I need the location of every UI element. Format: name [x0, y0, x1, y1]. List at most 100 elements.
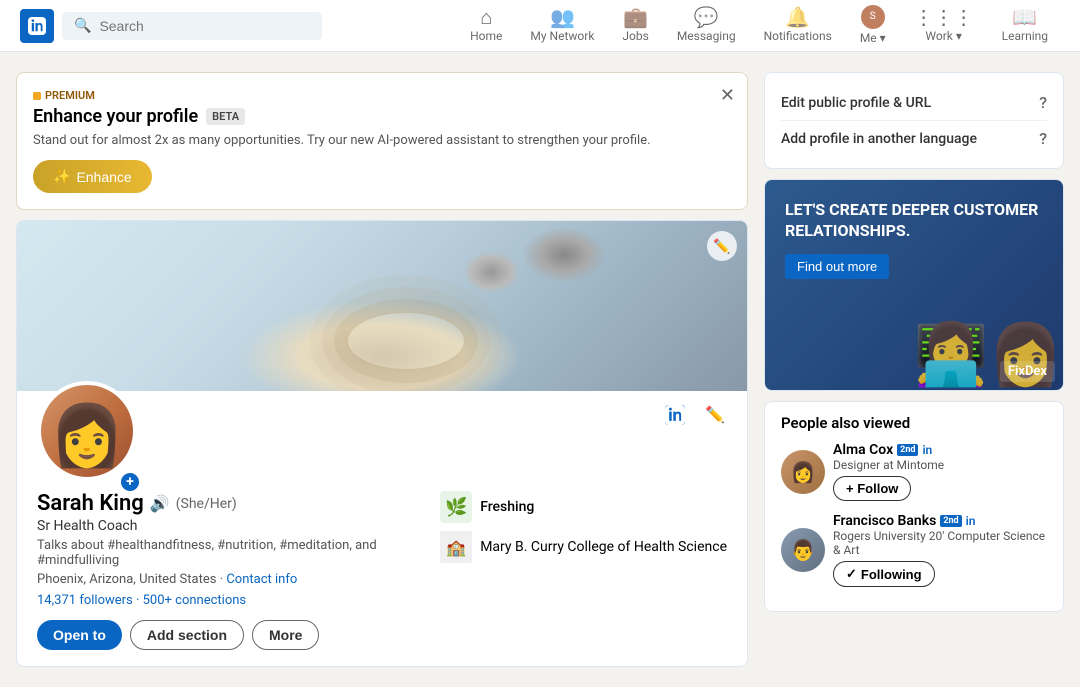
connections-count[interactable]: 500+ connections [143, 593, 247, 608]
profile-name: Sarah King 🔊 (She/Her) [37, 491, 420, 516]
premium-title-text: Enhance your profile [33, 106, 198, 127]
pronouns: (She/Her) [176, 496, 237, 512]
ad-logo: FixDex [1000, 361, 1055, 382]
search-input[interactable] [99, 18, 310, 34]
nav-home[interactable]: ⌂ Home [458, 3, 514, 49]
home-icon: ⌂ [480, 7, 492, 27]
contact-info-link[interactable]: Contact info [226, 572, 297, 587]
jobs-icon: 💼 [623, 7, 648, 27]
premium-banner: PREMIUM Enhance your profile BETA Stand … [16, 72, 748, 210]
profile-cover: ✏️ [17, 221, 747, 391]
main-column: PREMIUM Enhance your profile BETA Stand … [16, 72, 748, 667]
add-language-text: Add profile in another language [781, 131, 977, 147]
premium-dot [33, 92, 41, 100]
add-section-button[interactable]: Add section [130, 620, 244, 650]
help-icon-2[interactable]: ? [1039, 129, 1047, 148]
nav-jobs[interactable]: 💼 Jobs [610, 3, 660, 49]
enhance-button[interactable]: ✨ Enhance [33, 160, 152, 193]
linkedin-share-button[interactable] [659, 399, 691, 431]
premium-text: PREMIUM [45, 89, 95, 102]
premium-label: PREMIUM [33, 89, 731, 102]
person-2-desc: Rogers University 20' Computer Science &… [833, 529, 1047, 557]
open-to-button[interactable]: Open to [37, 620, 122, 650]
profile-location: Phoenix, Arizona, United States · Contac… [37, 572, 420, 587]
person-1-name[interactable]: Alma Cox 2nd in [833, 442, 1047, 458]
following-icon-2: ✓ [846, 566, 857, 582]
premium-description: Stand out for almost 2x as many opportun… [33, 133, 731, 148]
add-language-link[interactable]: Add profile in another language ? [781, 121, 1047, 156]
following-label-2: Following [861, 567, 922, 582]
profile-stats: 14,371 followers · 500+ connections [37, 593, 420, 608]
profile-right: 🌿 Freshing 🏫 Mary B. Curry College of He… [440, 491, 727, 650]
edit-cover-button[interactable]: ✏️ [707, 231, 737, 261]
person-1-desc: Designer at Mintome [833, 458, 1047, 472]
profile-buttons: Open to Add section More [37, 620, 420, 650]
profile-card: ✏️ ✏️ 👩 + Sarah King [16, 220, 748, 667]
main-layout: PREMIUM Enhance your profile BETA Stand … [0, 52, 1080, 687]
learning-icon: 📖 [1012, 7, 1037, 27]
more-button[interactable]: More [252, 620, 319, 650]
edit-profile-url-link[interactable]: Edit public profile & URL ? [781, 85, 1047, 121]
nav-jobs-label: Jobs [622, 29, 648, 43]
ad-text: LET'S CREATE DEEPER CUSTOMER RELATIONSHI… [785, 200, 1043, 279]
nav-me[interactable]: S Me ▾ [848, 1, 898, 51]
following-button-2[interactable]: ✓ Following [833, 561, 935, 587]
work-icon: ⋮⋮⋮ [914, 7, 974, 27]
nav-work[interactable]: ⋮⋮⋮ Work ▾ [902, 3, 986, 49]
edit-profile-button[interactable]: ✏️ [699, 399, 731, 431]
school-icon: 🏫 [440, 531, 472, 563]
sidebar: Edit public profile & URL ? Add profile … [764, 72, 1064, 667]
person-2-degree: 2nd [940, 515, 961, 527]
notifications-icon: 🔔 [785, 7, 810, 27]
person-1-avatar: 👩 [781, 450, 825, 494]
nav-learning-label: Learning [1002, 29, 1048, 43]
navbar: 🔍 ⌂ Home 👥 My Network 💼 Jobs 💬 Messaging… [0, 0, 1080, 52]
person-item-1: 👩 Alma Cox 2nd in Designer at Mintome + … [781, 442, 1047, 501]
linkedin-logo[interactable] [20, 9, 54, 43]
nav-messaging-label: Messaging [677, 29, 736, 43]
person-1-degree: 2nd [897, 444, 918, 456]
profile-about: Talks about #healthandfitness, #nutritio… [37, 538, 420, 568]
company-name[interactable]: Freshing [480, 499, 534, 515]
follow-button-1[interactable]: + Follow [833, 476, 911, 501]
profile-left: Sarah King 🔊 (She/Her) Sr Health Coach T… [37, 491, 420, 650]
sidebar-links-card: Edit public profile & URL ? Add profile … [764, 72, 1064, 169]
follow-label-1: Follow [857, 481, 898, 496]
help-icon-1[interactable]: ? [1039, 93, 1047, 112]
nav-notifications-label: Notifications [764, 29, 832, 43]
cover-circles [346, 311, 466, 371]
ad-headline: LET'S CREATE DEEPER CUSTOMER RELATIONSHI… [785, 200, 1043, 242]
stats-separator: · [136, 593, 143, 608]
ad-cta-button[interactable]: Find out more [785, 254, 889, 279]
person-2-name[interactable]: Francisco Banks 2nd in [833, 513, 1047, 529]
premium-title: Enhance your profile BETA [33, 106, 731, 127]
add-photo-button[interactable]: + [119, 471, 141, 493]
person-item-2: 👨 Francisco Banks 2nd in Rogers Universi… [781, 513, 1047, 587]
nav-notifications[interactable]: 🔔 Notifications [752, 3, 844, 49]
messaging-icon: 💬 [694, 7, 719, 27]
nav-network[interactable]: 👥 My Network [518, 3, 606, 49]
enhance-icon: ✨ [53, 168, 70, 185]
company-icon: 🌿 [440, 491, 472, 523]
people-also-viewed-card: People also viewed 👩 Alma Cox 2nd in Des… [764, 401, 1064, 612]
nav-network-label: My Network [530, 29, 594, 43]
person-1-info: Alma Cox 2nd in Designer at Mintome + Fo… [833, 442, 1047, 501]
name-text: Sarah King [37, 491, 144, 516]
beta-badge: BETA [206, 108, 245, 125]
search-icon: 🔍 [74, 18, 91, 34]
person-2-linkedin-icon: in [966, 514, 976, 528]
nav-home-label: Home [470, 29, 502, 43]
profile-avatar: 👩 [37, 381, 137, 481]
school-name[interactable]: Mary B. Curry College of Health Science [480, 539, 727, 555]
search-bar[interactable]: 🔍 [62, 12, 322, 40]
avatar: S [861, 5, 885, 29]
profile-info: Sarah King 🔊 (She/Her) Sr Health Coach T… [17, 431, 747, 666]
followers-count[interactable]: 14,371 followers [37, 593, 133, 608]
close-button[interactable]: ✕ [720, 85, 735, 106]
speaker-icon[interactable]: 🔊 [150, 494, 170, 513]
nav-messaging[interactable]: 💬 Messaging [665, 3, 748, 49]
nav-items: ⌂ Home 👥 My Network 💼 Jobs 💬 Messaging 🔔… [458, 1, 1060, 51]
nav-learning[interactable]: 📖 Learning [990, 3, 1060, 49]
school-row: 🏫 Mary B. Curry College of Health Scienc… [440, 531, 727, 563]
location-text: Phoenix, Arizona, United States [37, 572, 216, 587]
